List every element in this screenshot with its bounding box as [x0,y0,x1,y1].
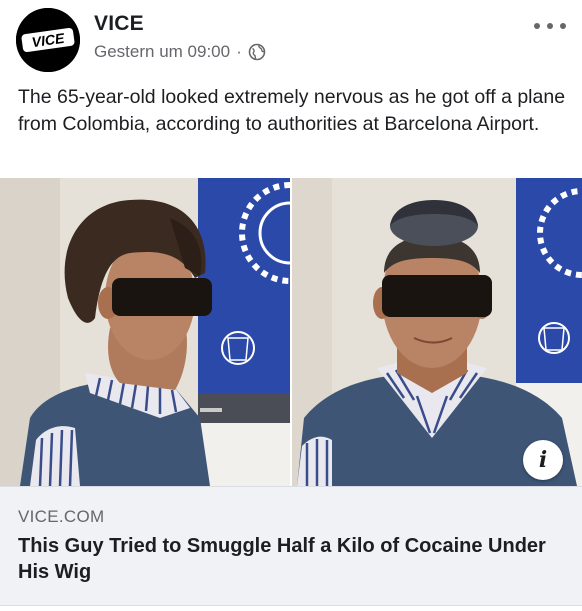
meta-separator: · [236,42,242,61]
photo-left[interactable] [0,178,290,486]
vice-logo-icon: VICE [16,8,80,72]
more-dot-icon [560,23,566,29]
more-dot-icon [547,23,553,29]
more-dot-icon [534,23,540,29]
info-icon: i [538,447,548,473]
post-message: The 65-year-old looked extremely nervous… [18,86,566,135]
page-name-link[interactable]: VICE [94,12,144,36]
post-meta: Gestern um 09:00 · [94,42,266,62]
link-title[interactable]: This Guy Tried to Smuggle Half a Kilo of… [18,533,558,585]
more-options-button[interactable] [534,16,566,36]
globe-icon [248,43,266,61]
info-button[interactable]: i [523,440,563,480]
facebook-post: VICE VICE Gestern um 09:00 · The 65-year… [0,0,582,611]
post-header: VICE VICE Gestern um 09:00 · [0,0,582,80]
page-avatar[interactable]: VICE [16,8,80,72]
link-domain: VICE.COM [18,507,105,526]
link-preview-card[interactable]: VICE.COM This Guy Tried to Smuggle Half … [0,486,582,606]
post-image[interactable]: i [0,178,582,486]
post-timestamp[interactable]: Gestern um 09:00 [94,42,230,62]
